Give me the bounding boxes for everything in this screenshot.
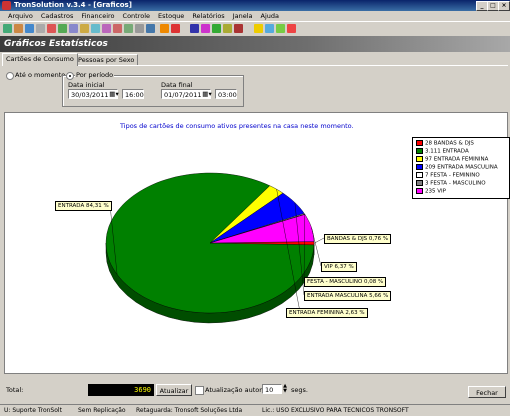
tab-consumption-cards[interactable]: Cartões de Consumo — [2, 53, 78, 66]
status-license: Lic.: USO EXCLUSIVO PARA TECNICOS TRONSO… — [262, 407, 409, 414]
close-button[interactable]: Fechar — [468, 386, 506, 398]
total-label: Total: — [6, 386, 24, 394]
callout-vip: VIP 6,37 % — [321, 262, 357, 272]
legend-item-entrada-feminina: 97 ENTRADA FEMININA — [425, 156, 489, 163]
legend-item-bandas: 28 BANDAS & DJS — [425, 140, 474, 147]
interval-field[interactable]: 10 — [262, 384, 282, 394]
interval-value: 10 — [265, 386, 274, 394]
callout-entrada-masculina: ENTRADA MASCULINA 5,66 % — [304, 291, 392, 301]
callout-festa-masculino: FESTA - MASCULINO 0,08 % — [304, 277, 387, 287]
interval-unit: segs. — [291, 386, 308, 394]
legend-swatch — [416, 156, 423, 162]
legend-item-vip: 235 VIP — [425, 188, 446, 195]
total-value: 3690 — [88, 384, 154, 396]
leader-line-bandas-djs — [313, 237, 325, 244]
status-user: U: Suporte TronSolt — [4, 407, 62, 414]
interval-spinner[interactable]: ▲ ▼ — [282, 384, 288, 394]
legend-item-festa-masculino: 3 FESTA - MASCULINO — [425, 180, 486, 187]
callout-entrada-feminina: ENTRADA FEMININA 2,63 % — [286, 308, 368, 318]
status-bar: U: Suporte TronSolt Sem Replicação Retag… — [0, 404, 510, 416]
legend-swatch — [416, 172, 423, 178]
callout-entrada: ENTRADA 84,31 % — [55, 201, 112, 211]
legend-item-entrada: 3.111 ENTRADA — [425, 148, 469, 155]
legend-item-entrada-masculina: 209 ENTRADA MASCULINA — [425, 164, 498, 171]
legend-swatch — [416, 140, 423, 146]
status-vendor: Retaguarda: Tronsoft Soluções Ltda — [136, 407, 243, 414]
legend-swatch — [416, 148, 423, 154]
chart-legend: 28 BANDAS & DJS 3.111 ENTRADA 97 ENTRADA… — [412, 137, 510, 199]
legend-swatch — [416, 180, 423, 186]
status-replication: Sem Replicação — [78, 407, 126, 414]
auto-update-checkbox[interactable] — [195, 386, 204, 395]
update-button[interactable]: Atualizar — [156, 384, 192, 396]
legend-swatch — [416, 188, 423, 194]
legend-swatch — [416, 164, 423, 170]
callout-bandas: BANDAS & DJS 0,76 % — [324, 234, 392, 244]
legend-item-festa-feminino: 7 FESTA - FEMININO — [425, 172, 480, 179]
